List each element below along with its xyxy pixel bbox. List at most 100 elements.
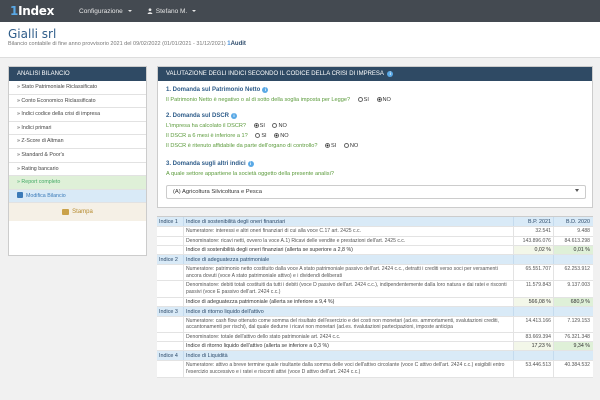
print-button[interactable]: Stampa [9, 203, 146, 222]
q2-1-radio-no[interactable] [272, 123, 278, 128]
row-bd: 9.488 [553, 227, 593, 236]
row-bd: 84.613.298 [553, 236, 593, 246]
row-text: Numeratore: attivo a breve termine quale… [183, 361, 513, 377]
balance-period: Bilancio contabile di fine anno provviso… [8, 41, 226, 47]
edit-icon [17, 191, 23, 198]
sidebar-item-indici-primari[interactable]: » Indici primari [9, 122, 146, 136]
row-bd: 76.321.348 [553, 332, 593, 342]
q2-line-1: L'impresa ha calcolato il DSCR? SI NO [166, 123, 287, 129]
row-bp: 83.669.394 [513, 332, 553, 342]
table-row: Numeratore: attivo a breve termine quale… [157, 361, 593, 378]
q2-2-radio-no[interactable] [274, 133, 280, 138]
table-header-row: Indice 3 Indice di ritorno liquido dell'… [157, 306, 593, 317]
row-bp: 11.579.843 [513, 281, 553, 297]
top-navbar: 1Index Configurazione Stefano M. [0, 0, 600, 22]
q2-yes-label: SI [259, 123, 265, 129]
sector-select[interactable]: (A) Agricoltura Silvicoltura e Pesca [166, 185, 586, 199]
row-text: Denominatore: ricavi netti, ovvero la vo… [183, 236, 513, 246]
sidebar-title: ANALISI BILANCIO [9, 67, 146, 81]
table-header-row: Indice 2 Indice di adeguatezza patrimoni… [157, 255, 593, 266]
index-title: Indice di ritorno liquido dell'attivo [183, 306, 513, 316]
summary-row: Indice di sostenibilità degli oneri fina… [157, 246, 593, 256]
q3-line: A quale settore appartiene la società og… [166, 171, 334, 177]
sidebar-item-conto-economico[interactable]: » Conto Economico Riclassificato [9, 95, 146, 109]
sidebar-item-indici-crisi[interactable]: » Indici codice della crisi di impresa [9, 108, 146, 122]
summary-bd: 9,34 % [553, 342, 593, 351]
company-name: Gialli srl [8, 27, 57, 41]
summary-bp: 17,23 % [513, 342, 553, 351]
table-row: Denominatore: totale dell'attivo dello s… [157, 332, 593, 343]
q2-title: 2. Domanda sul DSCR i [166, 113, 238, 119]
q1-title-text: 1. Domanda sul Patrimonio Netto [166, 87, 261, 93]
index-label: Indice 4 [159, 353, 178, 360]
audit-badge: 1Audit [227, 41, 246, 47]
row-text: Numeratore: cash flow ottenuto come somm… [183, 316, 513, 332]
q2-1-radio-yes[interactable] [253, 123, 259, 128]
user-menu[interactable]: Stefano M. [147, 8, 197, 15]
sidebar-item-stato-patrimoniale[interactable]: » Stato Patrimoniale Riclassificato [9, 81, 146, 95]
config-menu[interactable]: Configurazione [79, 8, 132, 15]
q2-3-radio-no[interactable] [343, 143, 349, 148]
chevron-down-icon [575, 189, 579, 192]
row-bd: 40.384.532 [553, 361, 593, 377]
row-bd: 62.253.912 [553, 265, 593, 281]
q2-line-2-text: Il DSCR a 6 mesi è inferiore a 1? [166, 133, 248, 139]
q2-yes-label: SI [331, 143, 337, 149]
summary-row: Indice di adeguatezza patrimoniale (alle… [157, 297, 593, 307]
info-icon[interactable]: i [247, 161, 254, 167]
q1-yes-label: SI [363, 97, 369, 103]
row-bp: 143.896.076 [513, 236, 553, 246]
col-bd: B.D. 2020 [553, 217, 593, 226]
indices-table: Indice 1 Indice di sostenibilità degli o… [157, 216, 593, 378]
q1-radio-yes[interactable] [357, 97, 363, 102]
q1-no-label: NO [382, 97, 391, 103]
sidebar-item-rating-bancario[interactable]: » Rating bancario [9, 163, 146, 177]
sidebar-item-modifica-bilancio[interactable]: Modifica Bilancio [9, 189, 146, 204]
logo-prefix: 1 [10, 4, 19, 18]
q2-line-3-text: Il DSCR è ritenuto affidabile da parte d… [166, 143, 318, 149]
table-header-row: Indice 1 Indice di sostenibilità degli o… [157, 217, 593, 227]
q2-line-3: Il DSCR è ritenuto affidabile da parte d… [166, 143, 358, 149]
row-bp: 53.446.513 [513, 361, 553, 377]
q2-yes-label: SI [261, 133, 267, 139]
sector-select-value: (A) Agricoltura Silvicoltura e Pesca [173, 189, 262, 195]
summary-row: Indice di ritorno liquido dell'attivo (a… [157, 342, 593, 352]
q1-title: 1. Domanda sul Patrimonio Netto i [166, 87, 269, 93]
summary-bp: 566,08 % [513, 297, 553, 306]
sidebar-item-standard-poors[interactable]: » Standard & Poor's [9, 149, 146, 163]
table-row: Numeratore: interessi e altri oneri fina… [157, 227, 593, 237]
index-label: Indice 1 [159, 219, 178, 225]
info-icon[interactable]: i [387, 71, 394, 77]
row-bp: 65.551.707 [513, 265, 553, 281]
info-icon[interactable]: i [262, 87, 269, 93]
q2-no-label: NO [278, 123, 287, 129]
index-title: Indice di Liquidità [183, 351, 513, 361]
q3-title: 3. Domanda sugli altri indici i [166, 161, 254, 167]
q3-title-text: 3. Domanda sugli altri indici [166, 161, 246, 167]
audit-text: Audit [230, 41, 246, 47]
q2-2-radio-yes[interactable] [255, 133, 261, 138]
q1-radio-no[interactable] [376, 97, 382, 102]
q2-3-radio-yes[interactable] [325, 143, 331, 148]
sidebar-item-z-score[interactable]: » Z-Score di Altman [9, 135, 146, 149]
q2-no-label: NO [349, 143, 359, 149]
index-label: Indice 3 [159, 308, 178, 315]
table-row: Numeratore: patrimonio netto costituito … [157, 265, 593, 282]
q1-text: Il Patrimonio Netto è negativo o al di s… [166, 97, 351, 103]
print-icon [62, 209, 70, 216]
row-bp: 14.413.166 [513, 316, 553, 332]
config-menu-label: Configurazione [79, 7, 123, 15]
row-bd: 7.129.153 [553, 316, 593, 332]
sidebar-item-report-completo[interactable]: » Report completo [9, 176, 146, 190]
app-logo[interactable]: 1Index [10, 4, 54, 18]
summary-bd: 0,01 % [553, 246, 593, 255]
sidebar: ANALISI BILANCIO » Stato Patrimoniale Ri… [8, 66, 147, 256]
row-text: Denominatore: debiti totali costituiti d… [183, 281, 513, 297]
q2-line-2: Il DSCR a 6 mesi è inferiore a 1? SI NO [166, 133, 289, 139]
index-title: Indice di sostenibilità degli oneri fina… [183, 217, 513, 226]
questions-panel: VALUTAZIONE DEGLI INDICI SECONDO IL CODI… [157, 66, 593, 208]
row-text: Numeratore: patrimonio netto costituito … [183, 265, 513, 281]
table-row: Denominatore: debiti totali costituiti d… [157, 281, 593, 298]
summary-text: Indice di sostenibilità degli oneri fina… [183, 246, 513, 255]
info-icon[interactable]: i [231, 113, 238, 119]
